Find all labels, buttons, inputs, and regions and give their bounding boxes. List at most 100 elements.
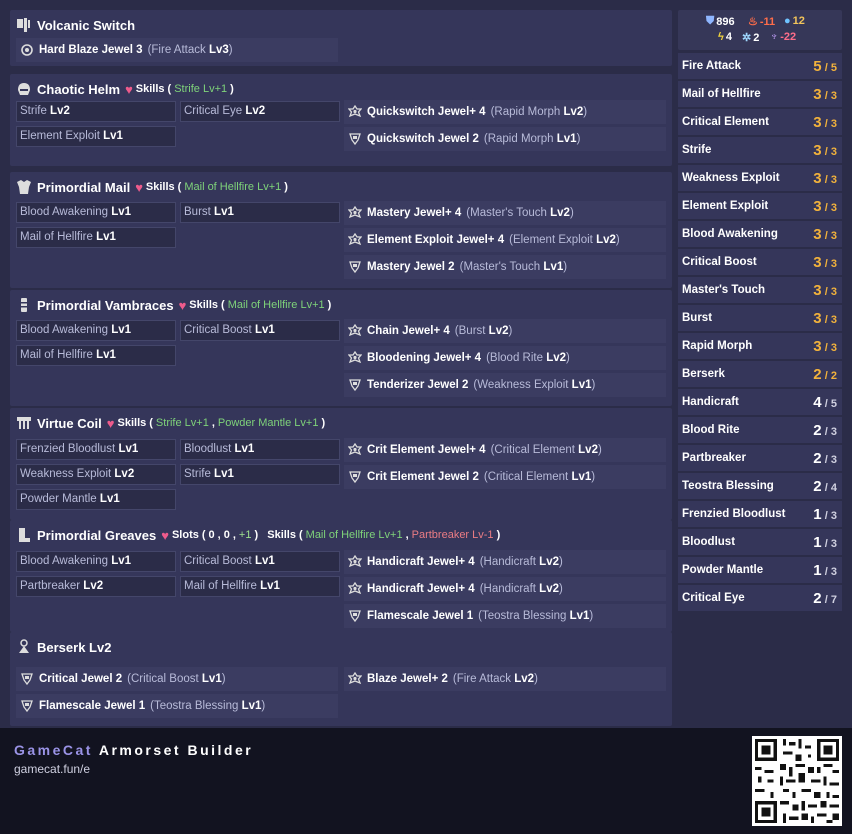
jewel-icon — [348, 206, 362, 219]
jewel-icon — [348, 582, 362, 595]
jewel-skill: (Critical Element Lv2) — [490, 444, 602, 456]
jewel-slot[interactable]: Flamescale Jewel 1 (Teostra Blessing Lv1) — [344, 604, 666, 628]
water-icon: ● — [784, 15, 791, 27]
jewel-icon — [348, 555, 362, 568]
skill-summary-name: Bloodlust — [682, 536, 736, 548]
mail-title: Primordial Mail ♥ Skills ( Mail of Hellf… — [16, 178, 288, 196]
jewel-skill: (Handicraft Lv2) — [479, 556, 563, 568]
vambraces-title: Primordial Vambraces ♥ Skills ( Mail of … — [16, 296, 331, 314]
qr-code — [752, 736, 842, 826]
coil-card[interactable]: Virtue Coil ♥ Skills ( Strife Lv+1, Powd… — [10, 408, 672, 520]
skill-summary-row[interactable]: Element Exploit 3 / 3 — [678, 193, 842, 219]
skill-summary-name: Mail of Hellfire — [682, 88, 761, 100]
skill-summary-row[interactable]: Bloodlust 1 / 3 — [678, 529, 842, 555]
skill-summary-row[interactable]: Critical Boost 3 / 3 — [678, 249, 842, 275]
jewel-slot[interactable]: Critical Jewel 2 (Critical Boost Lv1) — [16, 667, 338, 691]
jewel-slot[interactable]: Crit Element Jewel+ 4 (Critical Element L… — [344, 438, 666, 462]
jewel-slot[interactable]: Mastery Jewel+ 4 (Master's Touch Lv2) — [344, 201, 666, 225]
jewel-icon — [348, 351, 362, 364]
skill-cell[interactable]: Critical Eye Lv2 — [180, 101, 340, 122]
charm-card[interactable]: Berserk Lv2 Critical Jewel 2 (Critical Bo… — [10, 632, 672, 726]
skill-cell[interactable]: Bloodlust Lv1 — [180, 439, 340, 460]
charm-icon — [19, 639, 29, 653]
skill-cell[interactable]: Blood Awakening Lv1 — [16, 202, 176, 223]
jewel-name: Flamescale Jewel 1 — [39, 700, 146, 712]
mail-card[interactable]: Primordial Mail ♥ Skills ( Mail of Hellf… — [10, 172, 672, 288]
skill-cell[interactable]: Element Exploit Lv1 — [16, 126, 176, 147]
skill-summary-row[interactable]: Rapid Morph 3 / 3 — [678, 333, 842, 359]
skill-summary-row[interactable]: Weakness Exploit 3 / 3 — [678, 165, 842, 191]
skill-cell[interactable]: Strife Lv1 — [180, 464, 340, 485]
skill-cell[interactable]: Burst Lv1 — [180, 202, 340, 223]
skill-summary-row[interactable]: Critical Element 3 / 3 — [678, 109, 842, 135]
vambraces-card[interactable]: Primordial Vambraces ♥ Skills ( Mail of … — [10, 290, 672, 406]
skill-summary-row[interactable]: Critical Eye 2 / 7 — [678, 585, 842, 611]
fire-icon: ♨ — [748, 16, 758, 28]
weapon-jewel-1[interactable]: Hard Blaze Jewel 3 (Fire Attack Lv3) — [16, 38, 338, 62]
skill-summary-row[interactable]: Mail of Hellfire 3 / 3 — [678, 81, 842, 107]
skill-summary-name: Handicraft — [682, 396, 739, 408]
stats-panel: ⛊ 896 ♨ -11 ● 12 ϟ4 ✲ 2 ♆ -22 — [678, 10, 842, 50]
skill-summary-row[interactable]: Fire Attack 5 / 5 — [678, 53, 842, 79]
charm-title: Berserk Lv2 — [16, 638, 111, 656]
skill-summary-row[interactable]: Berserk 2 / 2 — [678, 361, 842, 387]
jewel-skill: (Critical Element Lv1) — [483, 471, 596, 483]
skill-summary-row[interactable]: Strife 3 / 3 — [678, 137, 842, 163]
jewel-slot[interactable]: Quickswitch Jewel+ 4 (Rapid Morph Lv2) — [344, 100, 666, 124]
jewel-slot[interactable]: Bloodening Jewel+ 4 (Blood Rite Lv2) — [344, 346, 666, 370]
skill-cell[interactable]: Critical Boost Lv1 — [180, 320, 340, 341]
jewel-name: Crit Element Jewel 2 — [367, 471, 479, 483]
vambraces-name: Primordial Vambraces — [37, 297, 174, 313]
jewel-icon — [349, 261, 361, 274]
weapon-name: Volcanic Switch — [37, 17, 136, 33]
skill-cell[interactable]: Mail of Hellfire Lv1 — [16, 345, 176, 366]
skill-cell[interactable]: Strife Lv2 — [16, 101, 176, 122]
jewel-slot[interactable]: Flamescale Jewel 1 (Teostra Blessing Lv1) — [16, 694, 338, 718]
skill-cell[interactable]: Blood Awakening Lv1 — [16, 320, 176, 341]
skill-summary-name: Powder Mantle — [682, 564, 764, 576]
skill-cell[interactable]: Critical Boost Lv1 — [180, 551, 340, 572]
skill-summary-row[interactable]: Partbreaker 2 / 3 — [678, 445, 842, 471]
jewel-skill: (Weakness Exploit Lv1) — [473, 379, 596, 391]
skill-summary-level: 1 / 3 — [813, 533, 837, 551]
weapon-title: Volcanic Switch — [16, 16, 135, 34]
skill-summary-level: 3 / 3 — [813, 253, 837, 271]
jewel-name: Bloodening Jewel+ 4 — [367, 352, 482, 364]
jewel-slot[interactable]: Handicraft Jewel+ 4 (Handicraft Lv2) — [344, 550, 666, 574]
skill-cell[interactable]: Mail of Hellfire Lv1 — [16, 227, 176, 248]
jewel-slot[interactable]: Handicraft Jewel+ 4 (Handicraft Lv2) — [344, 577, 666, 601]
skill-summary-level: 3 / 3 — [813, 337, 837, 355]
jewel-slot[interactable]: Crit Element Jewel 2 (Critical Element Lv… — [344, 465, 666, 489]
skill-cell[interactable]: Weakness Exploit Lv2 — [16, 464, 176, 485]
footer-url[interactable]: gamecat.fun/e — [14, 762, 90, 776]
skill-cell[interactable]: Partbreaker Lv2 — [16, 576, 176, 597]
helm-title: Chaotic Helm ♥ Skills ( Strife Lv+1 ) — [16, 80, 234, 98]
skill-summary-row[interactable]: Powder Mantle 1 / 3 — [678, 557, 842, 583]
jewel-slot[interactable]: Chain Jewel+ 4 (Burst Lv2) — [344, 319, 666, 343]
skill-cell[interactable]: Powder Mantle Lv1 — [16, 489, 176, 510]
skill-summary-row[interactable]: Master's Touch 3 / 3 — [678, 277, 842, 303]
helm-card[interactable]: Chaotic Helm ♥ Skills ( Strife Lv+1 ) St… — [10, 74, 672, 166]
skill-summary-row[interactable]: Teostra Blessing 2 / 4 — [678, 473, 842, 499]
skill-summary-row[interactable]: Burst 3 / 3 — [678, 305, 842, 331]
skill-summary-row[interactable]: Handicraft 4 / 5 — [678, 389, 842, 415]
jewel-slot[interactable]: Tenderizer Jewel 2 (Weakness Exploit Lv1) — [344, 373, 666, 397]
jewel-slot[interactable]: Quickswitch Jewel 2 (Rapid Morph Lv1) — [344, 127, 666, 151]
brand: GameCat Armorset Builder — [14, 742, 253, 758]
skill-cell[interactable]: Frenzied Bloodlust Lv1 — [16, 439, 176, 460]
coil-set-skills: ♥ Skills ( Strife Lv+1, Powder Mantle Lv… — [106, 415, 326, 431]
skill-summary-row[interactable]: Frenzied Bloodlust 1 / 3 — [678, 501, 842, 527]
heart-icon: ♥ — [135, 179, 143, 195]
skill-summary-level: 1 / 3 — [813, 561, 837, 579]
jewel-name: Handicraft Jewel+ 4 — [367, 556, 475, 568]
weapon-card[interactable]: Volcanic Switch Hard Blaze Jewel 3 (Fire… — [10, 10, 672, 66]
greaves-icon — [19, 528, 30, 542]
skill-summary-row[interactable]: Blood Awakening 3 / 3 — [678, 221, 842, 247]
skill-cell[interactable]: Mail of Hellfire Lv1 — [180, 576, 340, 597]
skill-cell[interactable]: Blood Awakening Lv1 — [16, 551, 176, 572]
skill-summary-row[interactable]: Blood Rite 2 / 3 — [678, 417, 842, 443]
jewel-slot[interactable]: Blaze Jewel+ 2 (Fire Attack Lv2) — [344, 667, 666, 691]
jewel-slot[interactable]: Element Exploit Jewel+ 4 (Element Exploit… — [344, 228, 666, 252]
greaves-card[interactable]: Primordial Greaves ♥ Slots ( 0, 0, +1 ) … — [10, 520, 672, 632]
jewel-slot[interactable]: Mastery Jewel 2 (Master's Touch Lv1) — [344, 255, 666, 279]
